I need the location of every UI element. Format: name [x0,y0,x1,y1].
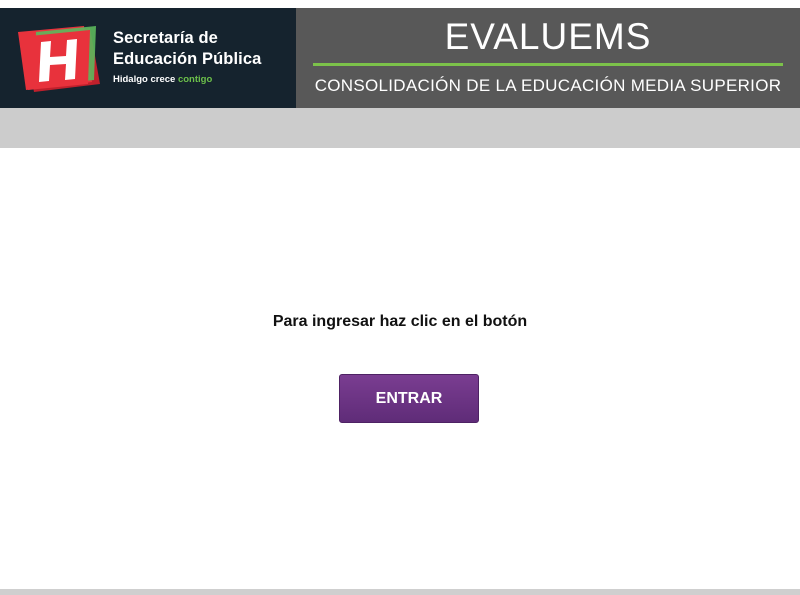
logo-tagline-main: Hidalgo crece [113,74,176,85]
footer-band [0,589,800,595]
logo-title-line2: Educación Pública [113,50,262,68]
logo-tagline: Hidalgo crece contigo [113,74,261,85]
sep-logo-panel: Secretaría de Educación Pública Hidalgo … [0,8,296,108]
hidalgo-h-logo-icon [18,26,100,92]
logo-tagline-accent: contigo [177,74,213,85]
app-subtitle: CONSOLIDACIÓN DE LA EDUCACIÓN MEDIA SUPE… [314,76,782,95]
title-divider [313,63,783,66]
nav-band [0,108,800,148]
top-strip [0,0,800,8]
logo-title-line1: Secretaría de [113,29,218,47]
title-panel: EVALUEMS CONSOLIDACIÓN DE LA EDUCACIÓN M… [296,8,800,108]
login-instruction: Para ingresar haz clic en el botón [272,313,528,330]
logo-text: Secretaría de Educación Pública Hidalgo … [113,28,261,85]
site-header: Secretaría de Educación Pública Hidalgo … [0,8,800,108]
main-content: Para ingresar haz clic en el botón ENTRA… [0,148,800,589]
enter-button[interactable]: ENTRAR [339,374,479,423]
app-title: EVALUEMS [444,16,652,57]
page: Secretaría de Educación Pública Hidalgo … [0,0,800,595]
